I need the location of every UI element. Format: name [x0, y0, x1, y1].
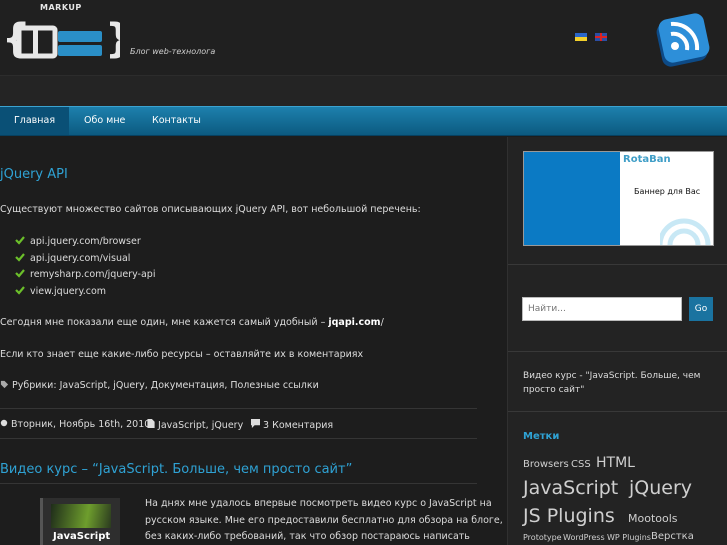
tag-link[interactable]: jQuery — [629, 477, 692, 499]
list-link[interactable]: api.jquery.com/browser — [30, 236, 141, 247]
tags-title: Метки — [523, 431, 560, 442]
thumbnail-art — [51, 504, 111, 528]
post-comments: 3 Коментария — [251, 419, 333, 431]
post-title[interactable]: jQuery API — [0, 167, 68, 182]
check-icon — [15, 253, 25, 262]
search-button[interactable]: Go — [689, 297, 713, 321]
post-title[interactable]: Видео курс – “JavaScript. Больше, чем пр… — [0, 462, 352, 477]
divider — [508, 264, 727, 265]
tags-text[interactable]: JavaScript, jQuery — [158, 420, 243, 431]
post-intro: Существуют множество сайтов описывающих … — [0, 204, 421, 215]
nav-item-contacts[interactable]: Контакты — [138, 107, 215, 135]
post-tags: JavaScript, jQuery — [147, 419, 243, 431]
document-icon — [147, 419, 155, 428]
comments-link[interactable]: 3 Коментария — [263, 420, 333, 431]
tag-link[interactable]: Верстка — [651, 531, 694, 542]
divider — [508, 351, 727, 352]
post-thumbnail[interactable]: JavaScript — [40, 498, 120, 545]
tag-icon — [0, 380, 9, 389]
sidebar-course-link[interactable]: Видео курс - "JavaScript. Больше, чем пр… — [523, 369, 713, 397]
list-link[interactable]: remysharp.com/jquery-api — [30, 269, 155, 280]
ad-banner[interactable]: RotaBan Баннер для Вас — [523, 151, 714, 246]
tag-link[interactable]: Prototype — [523, 533, 562, 542]
divider — [0, 408, 477, 409]
date-text: Вторник, Ноябрь 16th, 2010 — [11, 419, 151, 430]
tag-link[interactable]: Browsers — [523, 459, 569, 470]
today-suffix: / — [380, 317, 384, 328]
tag-link[interactable]: HTML — [596, 455, 635, 471]
nav-item-about[interactable]: Обо мне — [70, 107, 139, 135]
check-icon — [15, 286, 25, 295]
post-paragraph: Если кто знает еще какие-либо ресурсы – … — [0, 349, 364, 360]
site-logo[interactable]: { } — [2, 14, 120, 60]
nav-item-home[interactable]: Главная — [0, 107, 70, 135]
tag-link[interactable]: WordPress — [563, 533, 605, 542]
divider — [0, 438, 477, 439]
search-input[interactable] — [522, 297, 682, 321]
list-item: api.jquery.com/browser — [15, 235, 141, 247]
rss-icon[interactable] — [655, 12, 713, 70]
check-icon — [15, 236, 25, 245]
comment-icon — [251, 419, 260, 428]
tag-link[interactable]: JS Plugins — [523, 505, 615, 527]
rubrics-text[interactable]: Рубрики: JavaScript, jQuery, Документаци… — [12, 380, 319, 391]
check-icon — [15, 269, 25, 278]
svg-text:}: } — [105, 16, 120, 60]
tag-link[interactable]: WP Plugins — [607, 533, 651, 542]
clock-icon — [0, 419, 8, 427]
header-band — [0, 76, 727, 106]
list-link[interactable]: api.jquery.com/visual — [30, 253, 130, 264]
today-prefix: Сегодня мне показали еще один, мне кажет… — [0, 317, 329, 328]
list-link[interactable]: view.jquery.com — [30, 286, 106, 297]
logo-superscript: MARKUP — [40, 3, 82, 12]
tag-link[interactable]: JavaScript — [523, 477, 618, 499]
site-tagline: Блог web-технолога — [130, 47, 216, 56]
main-content: jQuery API Существуют множество сайтов о… — [0, 137, 507, 545]
thumbnail-title: JavaScript — [53, 531, 111, 542]
post-rubrics: Рубрики: JavaScript, jQuery, Документаци… — [0, 380, 319, 391]
divider — [0, 483, 477, 484]
tag-link[interactable]: CSS — [571, 459, 591, 470]
post-paragraph: русском языке. Мне его предоставили бесп… — [145, 515, 503, 526]
sidebar: RotaBan Баннер для Вас Go Видео курс - "… — [507, 137, 727, 545]
banner-panel — [524, 152, 620, 245]
banner-text: Баннер для Вас — [634, 187, 701, 196]
ua-flag-icon[interactable] — [575, 33, 587, 41]
main-nav: Главная Обо мне Контакты — [0, 106, 727, 136]
site-header: { } MARKUP Блог web-технолога — [0, 0, 727, 76]
list-item: api.jquery.com/visual — [15, 252, 130, 264]
jqapi-link[interactable]: jqapi.com — [328, 317, 380, 328]
list-item: remysharp.com/jquery-api — [15, 268, 155, 280]
uk-flag-icon[interactable] — [595, 33, 607, 41]
list-item: view.jquery.com — [15, 285, 106, 297]
divider — [508, 411, 727, 412]
post-paragraph: На днях мне удалось впервые посмотреть в… — [145, 498, 492, 509]
post-date: Вторник, Ноябрь 16th, 2010 — [0, 419, 150, 430]
banner-logo: RotaBan — [623, 154, 671, 165]
tag-link[interactable]: Mootools — [628, 512, 678, 525]
wifi-decor-icon — [660, 218, 711, 245]
post-paragraph: без каких-либо требований, так что обзор… — [145, 531, 470, 542]
post-paragraph: Сегодня мне показали еще один, мне кажет… — [0, 317, 384, 328]
svg-text:{: { — [2, 16, 30, 60]
